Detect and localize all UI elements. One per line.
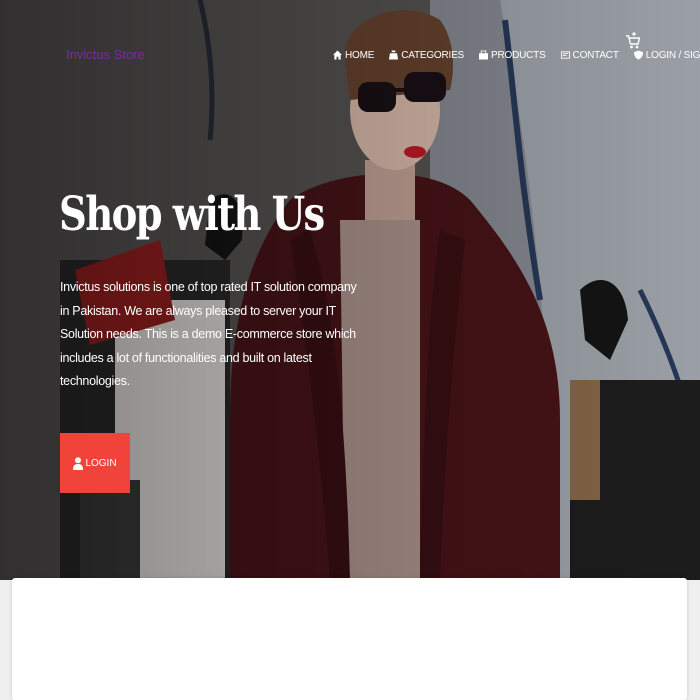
main-nav: HOME CATEGORIES PRODUCTS CONTACT LOGIN /… (333, 47, 700, 63)
hero-section: Invictus Store HOME CATEGORIES PRODUCTS … (0, 0, 700, 580)
nav-products-label: PRODUCTS (491, 49, 546, 61)
home-icon (333, 50, 342, 60)
nav-home[interactable]: HOME (333, 50, 374, 61)
login-button-label: LOGIN (85, 457, 117, 469)
content-card (12, 578, 687, 700)
login-button[interactable]: LOGIN (60, 433, 130, 493)
contact-icon (560, 51, 570, 59)
nav-login-signup-label: LOGIN / SIGNUP (645, 49, 700, 61)
nav-contact[interactable]: CONTACT (560, 49, 619, 61)
brand-logo[interactable]: Invictus Store (66, 47, 145, 62)
categories-icon (389, 50, 399, 60)
shield-user-icon (633, 50, 643, 60)
hero-title: Shop with Us (59, 187, 325, 242)
nav-products[interactable]: PRODUCTS (479, 50, 546, 61)
products-icon (479, 50, 489, 60)
nav-login-signup[interactable]: LOGIN / SIGNUP ▼ (633, 49, 700, 61)
cart-button[interactable] (626, 31, 641, 51)
user-icon (73, 456, 84, 470)
nav-contact-label: CONTACT (572, 49, 619, 61)
nav-categories-label: CATEGORIES (401, 49, 465, 61)
cart-icon (626, 32, 641, 49)
nav-categories[interactable]: CATEGORIES (389, 50, 464, 61)
nav-home-label: HOME (345, 49, 375, 61)
hero-description: Invictus solutions is one of top rated I… (60, 280, 357, 388)
